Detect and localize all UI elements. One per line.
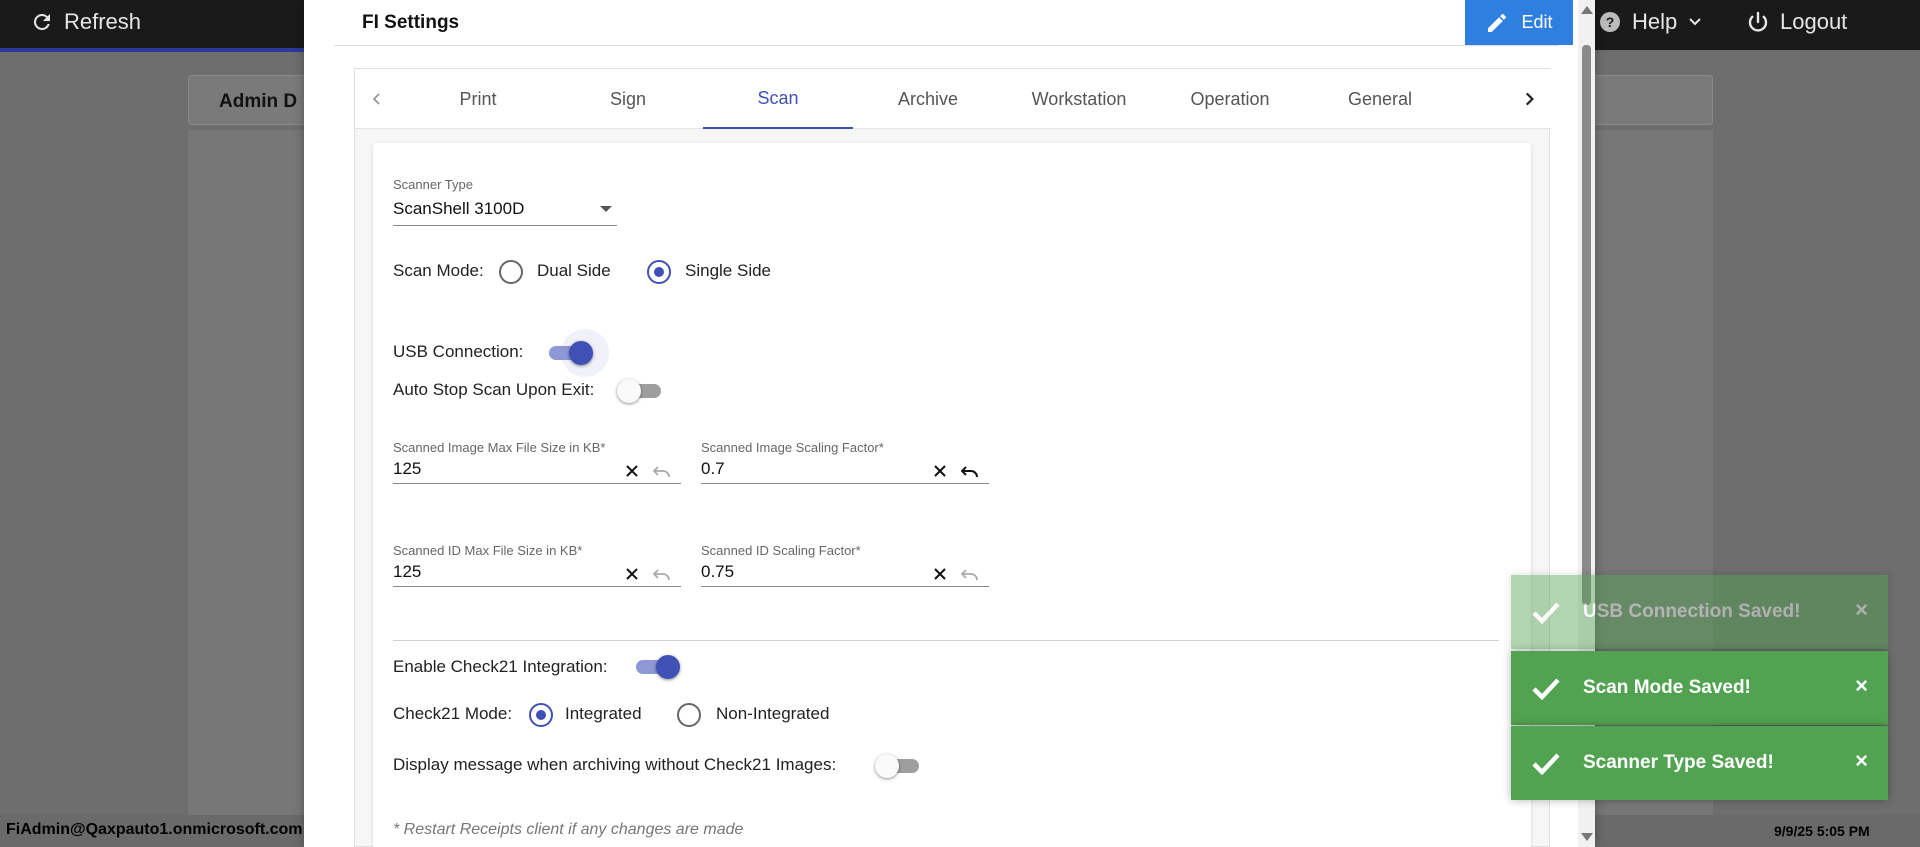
check-icon xyxy=(1531,751,1565,775)
section-divider xyxy=(393,640,1499,641)
check21-enable-label: Enable Check21 Integration: xyxy=(393,657,608,676)
toggle-thumb xyxy=(875,754,899,778)
tab-scan[interactable]: Scan xyxy=(703,69,853,129)
toggle-thumb xyxy=(617,379,641,403)
undo-icon[interactable] xyxy=(959,460,981,482)
tab-print[interactable]: Print xyxy=(403,69,553,129)
check-icon xyxy=(1531,600,1565,624)
tab-bar: Print Sign Scan Archive Workstation Oper… xyxy=(355,69,1551,129)
chevron-left-icon xyxy=(369,91,385,107)
toast-message: Scanner Type Saved! xyxy=(1583,752,1774,773)
scroll-down-arrow[interactable] xyxy=(1581,833,1593,841)
tab-sign[interactable]: Sign xyxy=(553,69,703,129)
refresh-button[interactable]: Refresh xyxy=(30,0,141,44)
clear-icon[interactable] xyxy=(929,563,951,585)
tab-scroll-right-button[interactable] xyxy=(1507,69,1551,129)
close-icon[interactable]: × xyxy=(1855,673,1868,699)
close-icon[interactable]: × xyxy=(1855,597,1868,623)
archive-message-toggle[interactable] xyxy=(875,754,923,778)
scroll-up-arrow[interactable] xyxy=(1581,6,1593,14)
clear-icon[interactable] xyxy=(621,460,643,482)
chevron-down-icon xyxy=(1687,14,1703,30)
id-max-size-input[interactable] xyxy=(393,560,573,584)
admin-dashboard-title: Admin D xyxy=(219,91,298,112)
clear-icon[interactable] xyxy=(621,563,643,585)
edit-button[interactable]: Edit xyxy=(1465,0,1573,45)
svg-text:?: ? xyxy=(1606,14,1615,30)
tab-general[interactable]: General xyxy=(1305,69,1455,129)
id-scaling-input[interactable] xyxy=(701,560,881,584)
help-menu-button[interactable]: ? Help xyxy=(1598,0,1703,44)
check21-integrated-label: Integrated xyxy=(565,704,642,723)
undo-icon[interactable] xyxy=(959,563,981,585)
edit-label: Edit xyxy=(1521,12,1553,32)
image-max-size-label: Scanned Image Max File Size in KB* xyxy=(393,440,606,455)
user-email: FiAdmin@Qaxpauto1.onmicrosoft.com xyxy=(6,821,303,838)
modal-header: FI Settings Edit xyxy=(334,0,1573,46)
refresh-label: Refresh xyxy=(64,9,142,34)
dropdown-arrow-icon xyxy=(599,205,613,213)
image-max-size-underline xyxy=(393,483,681,484)
id-max-size-label: Scanned ID Max File Size in KB* xyxy=(393,543,583,558)
chevron-right-icon xyxy=(1520,90,1538,108)
help-icon: ? xyxy=(1598,10,1622,34)
id-scaling-label: Scanned ID Scaling Factor* xyxy=(701,543,861,558)
check-icon xyxy=(1531,676,1565,700)
id-scaling-underline xyxy=(701,586,989,587)
id-max-size-underline xyxy=(393,586,681,587)
settings-tabs-container: Print Sign Scan Archive Workstation Oper… xyxy=(354,68,1551,847)
help-label: Help xyxy=(1632,9,1678,34)
scanner-type-value: ScanShell 3100D xyxy=(393,199,525,218)
image-scaling-label: Scanned Image Scaling Factor* xyxy=(701,440,884,455)
refresh-icon xyxy=(30,10,54,34)
scan-mode-single-label: Single Side xyxy=(685,261,772,280)
power-icon xyxy=(1746,10,1770,34)
check21-mode-label: Check21 Mode: xyxy=(393,704,513,723)
scanner-type-label: Scanner Type xyxy=(393,177,473,192)
clear-icon[interactable] xyxy=(929,460,951,482)
usb-connection-toggle[interactable] xyxy=(549,329,609,377)
tab-workstation[interactable]: Workstation xyxy=(1004,69,1154,129)
tab-scroll-left-button[interactable] xyxy=(355,69,399,129)
auto-stop-label: Auto Stop Scan Upon Exit: xyxy=(393,380,595,399)
image-max-size-input[interactable] xyxy=(393,457,573,481)
toast-message: Scan Mode Saved! xyxy=(1583,677,1751,698)
toast-scan-mode-saved[interactable]: Scan Mode Saved! × xyxy=(1511,651,1888,725)
tab-operation[interactable]: Operation xyxy=(1155,69,1305,129)
datetime: 9/9/25 5:05 PM xyxy=(1774,823,1870,839)
scan-mode-dual-radio[interactable] xyxy=(499,260,523,284)
scan-settings-panel: Scanner Type ScanShell 3100D Scan Mode: … xyxy=(373,143,1531,847)
pencil-icon xyxy=(1485,11,1509,35)
check21-non-integrated-label: Non-Integrated xyxy=(716,704,830,723)
close-icon[interactable]: × xyxy=(1855,748,1868,774)
check21-enable-toggle[interactable] xyxy=(636,655,680,679)
toast-scanner-type-saved[interactable]: Scanner Type Saved! × xyxy=(1511,726,1888,800)
restart-note: * Restart Receipts client if any changes… xyxy=(393,821,744,838)
logout-label: Logout xyxy=(1780,9,1848,34)
image-scaling-input[interactable] xyxy=(701,457,881,481)
scan-mode-single-radio[interactable] xyxy=(647,260,671,284)
tab-archive[interactable]: Archive xyxy=(853,69,1003,129)
undo-icon[interactable] xyxy=(651,563,673,585)
undo-icon[interactable] xyxy=(651,460,673,482)
toggle-thumb xyxy=(656,655,680,679)
fi-settings-modal: FI Settings Edit Print Sign Scan Archive… xyxy=(304,0,1595,847)
scan-mode-dual-label: Dual Side xyxy=(537,261,611,280)
logout-button[interactable]: Logout xyxy=(1746,0,1847,44)
scan-mode-label: Scan Mode: xyxy=(393,261,484,280)
scanner-type-underline xyxy=(393,225,617,226)
toggle-thumb xyxy=(569,341,593,365)
auto-stop-toggle[interactable] xyxy=(617,379,665,403)
scroll-thumb[interactable] xyxy=(1582,45,1591,605)
check21-integrated-radio[interactable] xyxy=(529,703,553,727)
check21-non-integrated-radio[interactable] xyxy=(677,703,701,727)
scanner-type-select[interactable]: ScanShell 3100D xyxy=(393,193,617,223)
usb-connection-label: USB Connection: xyxy=(393,342,524,361)
archive-message-label: Display message when archiving without C… xyxy=(393,755,837,774)
modal-title: FI Settings xyxy=(362,12,460,33)
toast-usb-saved[interactable]: USB Connection Saved! × xyxy=(1511,575,1888,649)
image-scaling-underline xyxy=(701,483,989,484)
toast-message: USB Connection Saved! xyxy=(1583,601,1801,622)
